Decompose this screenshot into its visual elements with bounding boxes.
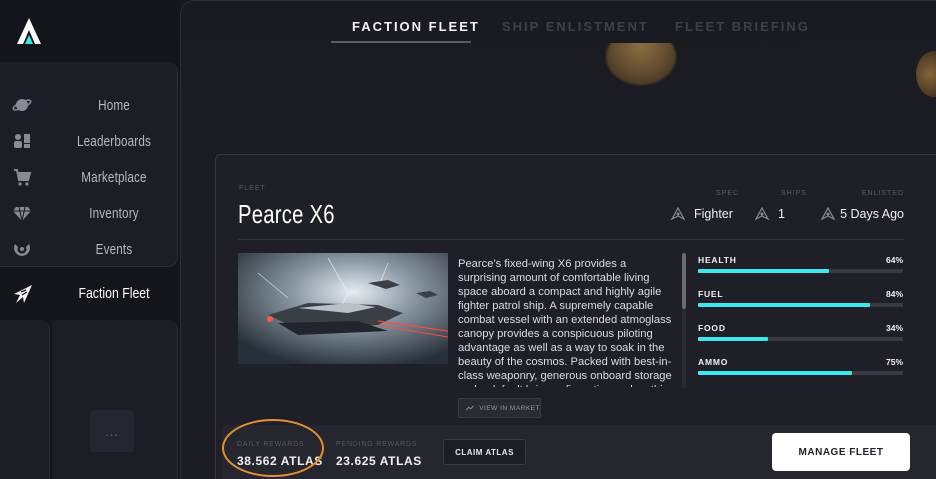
stat-fill — [698, 337, 768, 341]
ships-value: 1 — [778, 207, 785, 221]
tab-faction-fleet[interactable]: FACTION FLEET — [352, 19, 480, 34]
active-tab-indicator — [331, 41, 471, 43]
nav-item-marketplace[interactable]: Marketplace — [0, 161, 178, 193]
stat-name: FOOD — [698, 323, 726, 333]
stat-fuel: FUEL 84% — [698, 289, 903, 315]
fleet-icon — [11, 282, 35, 306]
events-icon — [11, 238, 33, 260]
nav-label: Leaderboards — [76, 132, 152, 150]
trend-icon — [466, 405, 474, 411]
nav-item-home[interactable]: Home — [0, 89, 178, 121]
nav-item-leaderboards[interactable]: Leaderboards — [0, 125, 178, 157]
fleet-card: FLEET Pearce X6 SPEC Fighter SHIPS 1 ENL… — [215, 154, 936, 479]
stat-food: FOOD 34% — [698, 323, 903, 349]
stat-percent: 34% — [885, 323, 903, 333]
stat-name: HEALTH — [698, 255, 737, 265]
nav-label: Events — [95, 240, 133, 258]
planet-icon — [11, 94, 33, 116]
spec-value: Fighter — [694, 207, 733, 221]
ship-image — [238, 253, 448, 364]
nav-item-inventory[interactable]: Inventory — [0, 197, 178, 229]
sidebar-lower-panel — [0, 320, 50, 479]
ship-icon — [754, 206, 770, 221]
stat-track — [698, 303, 903, 307]
ships-caption: SHIPS — [781, 190, 808, 197]
sidebar-lower-panel-2 — [52, 320, 178, 479]
stat-name: FUEL — [698, 289, 724, 299]
stat-name: AMMO — [698, 357, 729, 367]
ship-icon — [820, 206, 836, 221]
sidebar: Home Leaderboards Marketplace Inventory … — [0, 0, 180, 479]
tab-ship-enlistment[interactable]: SHIP ENLISTMENT — [502, 19, 649, 34]
nav-label: Faction Fleet — [78, 285, 150, 302]
diamond-icon — [11, 202, 33, 224]
nav-label: Home — [98, 96, 130, 114]
divider — [238, 239, 904, 240]
enlisted-caption: ENLISTED — [861, 190, 904, 197]
cart-icon — [11, 166, 33, 188]
more-button[interactable]: ... — [90, 410, 134, 452]
nav-panel: Home Leaderboards Marketplace Inventory … — [0, 62, 178, 267]
stat-fill — [698, 371, 852, 375]
nav-item-faction-fleet[interactable]: Faction Fleet — [0, 270, 180, 317]
pending-rewards-caption: PENDING REWARDS — [336, 441, 418, 448]
view-in-market-label: VIEW IN MARKET — [479, 404, 540, 412]
ship-illustration — [238, 253, 448, 364]
daily-rewards-highlight — [222, 419, 324, 477]
view-in-market-button[interactable]: VIEW IN MARKET — [458, 398, 541, 418]
leaderboard-icon — [11, 130, 33, 152]
stat-track — [698, 269, 903, 273]
nav-label: Marketplace — [81, 168, 147, 186]
scrollbar-thumb[interactable] — [682, 253, 686, 309]
stat-health: HEALTH 64% — [698, 255, 903, 281]
main-content: FACTION FLEET SHIP ENLISTMENT FLEET BRIE… — [180, 0, 936, 479]
claim-atlas-button[interactable]: CLAIM ATLAS — [443, 439, 526, 465]
stat-percent: 64% — [885, 255, 903, 265]
more-label: ... — [105, 423, 119, 439]
fleet-caption: FLEET — [239, 185, 266, 192]
manage-fleet-button[interactable]: MANAGE FLEET — [772, 433, 910, 471]
rewards-bar: DAILY REWARDS 38.562 ATLAS PENDING REWAR… — [222, 425, 936, 479]
stat-ammo: AMMO 75% — [698, 357, 903, 383]
stat-percent: 84% — [885, 289, 903, 299]
spec-caption: SPEC — [716, 190, 740, 197]
atlas-logo[interactable] — [0, 0, 58, 62]
stat-track — [698, 371, 903, 375]
fleet-description: Pearce's fixed-wing X6 provides a surpri… — [458, 258, 672, 387]
pending-rewards: PENDING REWARDS 23.625 ATLAS — [336, 441, 422, 468]
stat-track — [698, 337, 903, 341]
pending-rewards-value: 23.625 ATLAS — [336, 454, 422, 468]
fleet-name: Pearce X6 — [238, 199, 335, 229]
nav-label: Inventory — [89, 204, 139, 222]
enlisted-value: 5 Days Ago — [840, 207, 904, 221]
stat-fill — [698, 303, 871, 307]
planet-decor-2 — [916, 51, 936, 97]
stat-fill — [698, 269, 830, 273]
tab-bar: FACTION FLEET SHIP ENLISTMENT FLEET BRIE… — [331, 1, 811, 43]
tab-fleet-briefing[interactable]: FLEET BRIEFING — [675, 19, 810, 34]
description-scrollbar[interactable] — [682, 253, 686, 388]
nav-item-events[interactable]: Events — [0, 233, 178, 265]
stat-percent: 75% — [885, 357, 903, 367]
ship-icon — [670, 206, 686, 221]
atlas-logo-icon — [17, 18, 41, 44]
